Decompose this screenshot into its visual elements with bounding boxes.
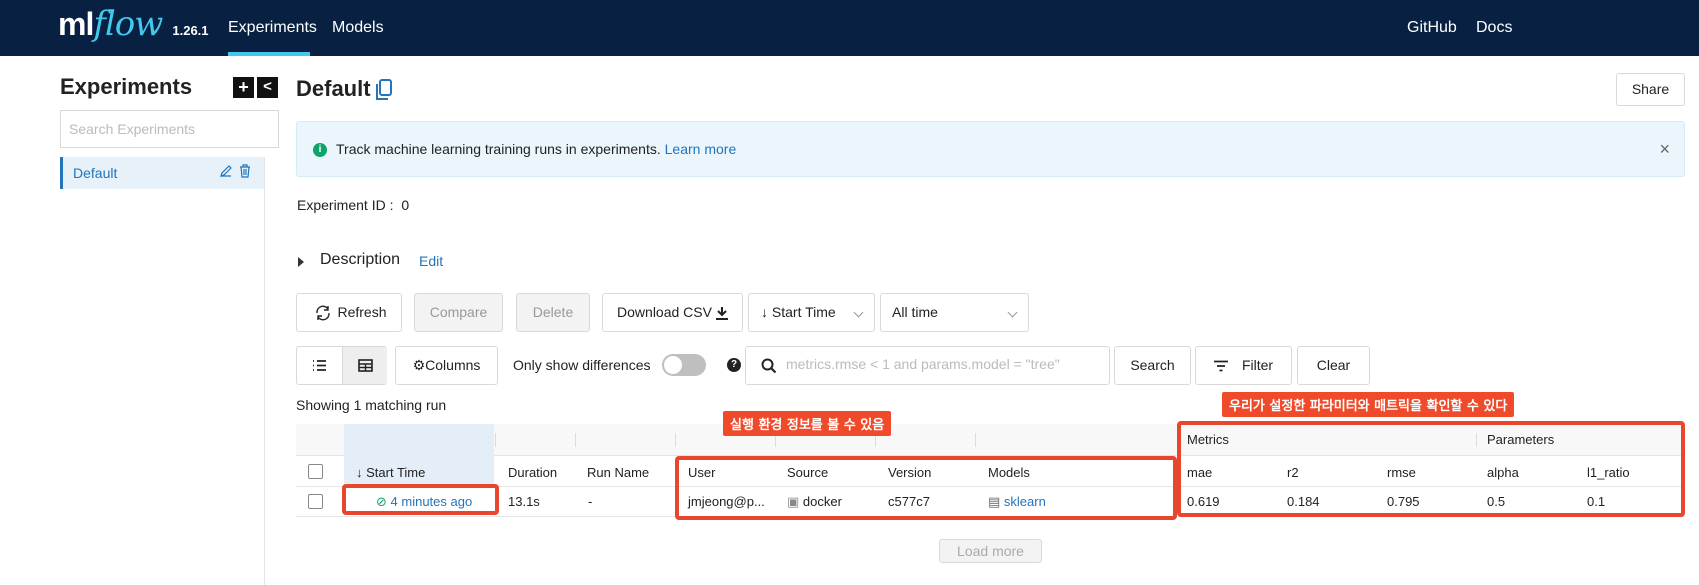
column-header-start-time-label: Start Time (366, 465, 426, 480)
mlflow-logo[interactable]: ml flow 1.26.1 (58, 4, 209, 50)
close-icon[interactable]: × (1659, 139, 1670, 160)
experiment-id-value: 0 (401, 197, 410, 213)
info-icon: i (313, 143, 327, 157)
column-separator (675, 433, 676, 447)
search-button[interactable]: Search (1114, 346, 1191, 385)
column-header-start-time[interactable]: ↓ Start Time (356, 465, 425, 480)
download-csv-button[interactable]: Download CSV (602, 293, 743, 332)
annotation-box-metrics-params (1177, 421, 1685, 517)
delete-button[interactable]: Delete (516, 293, 590, 332)
annotation-box-environment (675, 456, 1177, 520)
refresh-icon (316, 305, 330, 321)
annotation-label-metrics-params: 우리가 설정한 파라미터와 매트릭을 확인할 수 있다 (1222, 392, 1515, 417)
nav-link-github[interactable]: GitHub (1407, 0, 1457, 56)
column-separator (575, 433, 576, 447)
banner-text: Track machine learning training runs in … (336, 141, 736, 157)
columns-label: Columns (425, 357, 481, 373)
annotation-box-start-time (342, 484, 499, 515)
nav-tab-experiments[interactable]: Experiments (228, 0, 317, 56)
trash-icon[interactable] (238, 164, 252, 178)
search-experiments-input[interactable] (60, 110, 279, 148)
sort-arrow-icon: ↓ (761, 304, 768, 320)
time-range-select[interactable]: All time (880, 293, 1029, 332)
list-icon (313, 360, 326, 371)
showing-runs-count: Showing 1 matching run (296, 397, 447, 413)
version-label: 1.26.1 (172, 23, 209, 38)
search-icon (761, 358, 777, 374)
logo-flow: flow (93, 4, 163, 44)
load-more-button[interactable]: Load more (939, 539, 1042, 563)
column-header-duration[interactable]: Duration (508, 465, 557, 480)
column-separator (495, 433, 496, 447)
annotation-label-environment: 실행 환경 정보를 볼 수 있음 (723, 411, 892, 436)
time-range-label: All time (892, 304, 938, 320)
compare-button[interactable]: Compare (414, 293, 503, 332)
run-name-cell: - (588, 494, 593, 509)
only-show-differences-toggle[interactable] (662, 354, 706, 376)
experiment-id: Experiment ID : 0 (297, 197, 409, 213)
download-icon (716, 307, 728, 320)
filter-icon (1214, 360, 1228, 372)
sort-select[interactable]: ↓ Start Time (748, 293, 875, 332)
duration-cell: 13.1s (508, 494, 540, 509)
sidebar-title: Experiments (60, 74, 193, 99)
table-view-button[interactable] (342, 347, 387, 384)
experiment-id-label: Experiment ID : (297, 197, 394, 213)
search-runs-box (745, 346, 1110, 385)
only-show-differences-label: Only show differences (513, 357, 651, 373)
list-view-button[interactable] (297, 347, 342, 384)
info-banner: i Track machine learning training runs i… (296, 121, 1685, 177)
column-header-run-name[interactable]: Run Name (587, 465, 649, 480)
table-icon (358, 359, 373, 372)
chevron-down-icon (1007, 307, 1018, 318)
collapse-sidebar-button[interactable]: < (257, 77, 278, 98)
edit-description-link[interactable]: Edit (419, 253, 443, 269)
row-checkbox[interactable] (308, 494, 323, 509)
sidebar-item-default[interactable]: Default (60, 157, 265, 189)
refresh-button[interactable]: Refresh (296, 293, 402, 332)
filter-label: Filter (1241, 357, 1274, 373)
filter-button[interactable]: Filter (1195, 346, 1292, 385)
page-title: Default (296, 76, 371, 101)
chevron-down-icon (853, 307, 864, 318)
search-runs-input[interactable] (786, 356, 1096, 372)
column-separator (975, 433, 976, 447)
view-toggle (296, 346, 387, 385)
help-icon[interactable]: ? (727, 358, 741, 372)
toggle-knob (664, 356, 682, 374)
caret-right-icon[interactable] (298, 257, 304, 267)
sidebar-item-label: Default (73, 165, 118, 181)
share-button[interactable]: Share (1616, 73, 1685, 106)
columns-button[interactable]: ⚙Columns (395, 346, 498, 385)
nav-tab-models[interactable]: Models (332, 0, 384, 56)
download-csv-label: Download CSV (617, 304, 712, 320)
edit-icon[interactable] (219, 164, 233, 178)
copy-icon[interactable] (375, 79, 393, 101)
add-experiment-button[interactable]: + (233, 77, 254, 98)
sort-label: Start Time (771, 304, 836, 320)
logo-ml: ml (58, 6, 94, 42)
sidebar-divider (264, 157, 265, 585)
gear-icon: ⚙ (412, 357, 426, 373)
description-label[interactable]: Description (320, 251, 400, 269)
top-nav-bar: ml flow 1.26.1 Experiments Models GitHub… (0, 0, 1699, 56)
nav-link-docs[interactable]: Docs (1476, 0, 1512, 56)
refresh-label: Refresh (337, 304, 387, 320)
clear-button[interactable]: Clear (1297, 346, 1370, 385)
select-all-checkbox[interactable] (308, 464, 323, 479)
sort-desc-icon: ↓ (356, 465, 363, 480)
banner-message: Track machine learning training runs in … (336, 141, 661, 157)
learn-more-link[interactable]: Learn more (665, 141, 737, 157)
